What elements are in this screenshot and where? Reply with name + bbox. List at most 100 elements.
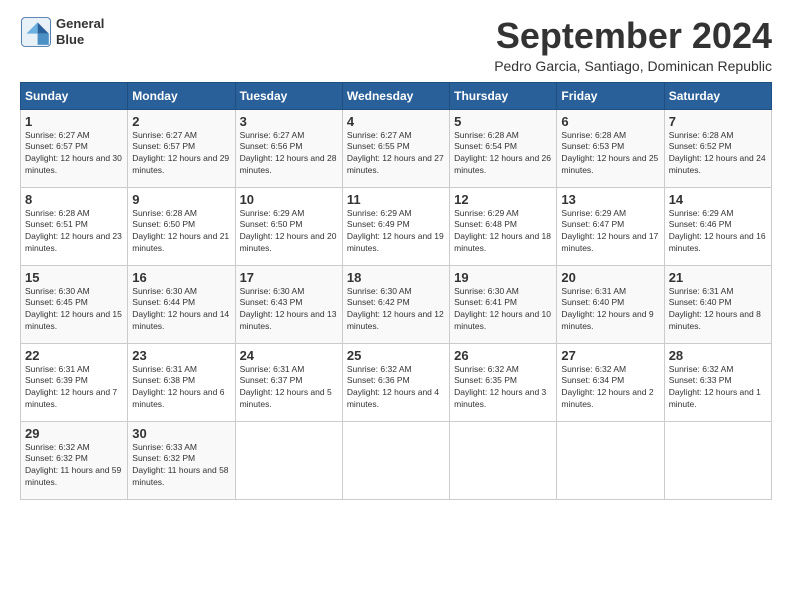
day-number: 15 bbox=[25, 270, 123, 285]
header-sunday: Sunday bbox=[21, 82, 128, 109]
cell-text: Sunrise: 6:30 AMSunset: 6:44 PMDaylight:… bbox=[132, 286, 230, 334]
day-number: 30 bbox=[132, 426, 230, 441]
main-container: General Blue September 2024 Pedro Garcia… bbox=[0, 0, 792, 510]
day-number: 10 bbox=[240, 192, 338, 207]
day-number: 17 bbox=[240, 270, 338, 285]
cell-text: Sunrise: 6:29 AMSunset: 6:49 PMDaylight:… bbox=[347, 208, 445, 256]
calendar-cell: 10Sunrise: 6:29 AMSunset: 6:50 PMDayligh… bbox=[235, 187, 342, 265]
cell-text: Sunrise: 6:27 AMSunset: 6:55 PMDaylight:… bbox=[347, 130, 445, 178]
day-number: 26 bbox=[454, 348, 552, 363]
title-block: September 2024 Pedro Garcia, Santiago, D… bbox=[494, 16, 772, 74]
header-row: Sunday Monday Tuesday Wednesday Thursday… bbox=[21, 82, 772, 109]
calendar-cell: 23Sunrise: 6:31 AMSunset: 6:38 PMDayligh… bbox=[128, 343, 235, 421]
calendar-header: Sunday Monday Tuesday Wednesday Thursday… bbox=[21, 82, 772, 109]
day-number: 12 bbox=[454, 192, 552, 207]
calendar-cell: 2Sunrise: 6:27 AMSunset: 6:57 PMDaylight… bbox=[128, 109, 235, 187]
calendar-week-1: 1Sunrise: 6:27 AMSunset: 6:57 PMDaylight… bbox=[21, 109, 772, 187]
calendar-cell: 20Sunrise: 6:31 AMSunset: 6:40 PMDayligh… bbox=[557, 265, 664, 343]
calendar-cell: 5Sunrise: 6:28 AMSunset: 6:54 PMDaylight… bbox=[450, 109, 557, 187]
calendar-cell: 28Sunrise: 6:32 AMSunset: 6:33 PMDayligh… bbox=[664, 343, 771, 421]
day-number: 4 bbox=[347, 114, 445, 129]
calendar-cell: 12Sunrise: 6:29 AMSunset: 6:48 PMDayligh… bbox=[450, 187, 557, 265]
calendar-cell: 17Sunrise: 6:30 AMSunset: 6:43 PMDayligh… bbox=[235, 265, 342, 343]
calendar-week-2: 8Sunrise: 6:28 AMSunset: 6:51 PMDaylight… bbox=[21, 187, 772, 265]
calendar-cell: 6Sunrise: 6:28 AMSunset: 6:53 PMDaylight… bbox=[557, 109, 664, 187]
calendar-cell: 22Sunrise: 6:31 AMSunset: 6:39 PMDayligh… bbox=[21, 343, 128, 421]
calendar-cell: 13Sunrise: 6:29 AMSunset: 6:47 PMDayligh… bbox=[557, 187, 664, 265]
calendar-cell: 18Sunrise: 6:30 AMSunset: 6:42 PMDayligh… bbox=[342, 265, 449, 343]
day-number: 6 bbox=[561, 114, 659, 129]
day-number: 29 bbox=[25, 426, 123, 441]
day-number: 3 bbox=[240, 114, 338, 129]
cell-text: Sunrise: 6:31 AMSunset: 6:40 PMDaylight:… bbox=[669, 286, 767, 334]
day-number: 9 bbox=[132, 192, 230, 207]
calendar-cell bbox=[235, 421, 342, 499]
day-number: 14 bbox=[669, 192, 767, 207]
cell-text: Sunrise: 6:31 AMSunset: 6:37 PMDaylight:… bbox=[240, 364, 338, 412]
day-number: 2 bbox=[132, 114, 230, 129]
cell-text: Sunrise: 6:28 AMSunset: 6:54 PMDaylight:… bbox=[454, 130, 552, 178]
day-number: 16 bbox=[132, 270, 230, 285]
calendar-cell bbox=[664, 421, 771, 499]
calendar-cell: 24Sunrise: 6:31 AMSunset: 6:37 PMDayligh… bbox=[235, 343, 342, 421]
day-number: 1 bbox=[25, 114, 123, 129]
day-number: 5 bbox=[454, 114, 552, 129]
cell-text: Sunrise: 6:32 AMSunset: 6:34 PMDaylight:… bbox=[561, 364, 659, 412]
calendar-week-3: 15Sunrise: 6:30 AMSunset: 6:45 PMDayligh… bbox=[21, 265, 772, 343]
logo: General Blue bbox=[20, 16, 104, 48]
header-friday: Friday bbox=[557, 82, 664, 109]
calendar-cell bbox=[450, 421, 557, 499]
day-number: 13 bbox=[561, 192, 659, 207]
calendar-cell: 8Sunrise: 6:28 AMSunset: 6:51 PMDaylight… bbox=[21, 187, 128, 265]
cell-text: Sunrise: 6:27 AMSunset: 6:57 PMDaylight:… bbox=[132, 130, 230, 178]
logo-text: General Blue bbox=[56, 16, 104, 47]
day-number: 27 bbox=[561, 348, 659, 363]
calendar-cell: 1Sunrise: 6:27 AMSunset: 6:57 PMDaylight… bbox=[21, 109, 128, 187]
day-number: 20 bbox=[561, 270, 659, 285]
calendar-cell: 3Sunrise: 6:27 AMSunset: 6:56 PMDaylight… bbox=[235, 109, 342, 187]
cell-text: Sunrise: 6:31 AMSunset: 6:40 PMDaylight:… bbox=[561, 286, 659, 334]
day-number: 24 bbox=[240, 348, 338, 363]
logo-icon bbox=[20, 16, 52, 48]
calendar-week-5: 29Sunrise: 6:32 AMSunset: 6:32 PMDayligh… bbox=[21, 421, 772, 499]
header-tuesday: Tuesday bbox=[235, 82, 342, 109]
day-number: 18 bbox=[347, 270, 445, 285]
calendar-cell: 19Sunrise: 6:30 AMSunset: 6:41 PMDayligh… bbox=[450, 265, 557, 343]
cell-text: Sunrise: 6:29 AMSunset: 6:46 PMDaylight:… bbox=[669, 208, 767, 256]
cell-text: Sunrise: 6:28 AMSunset: 6:53 PMDaylight:… bbox=[561, 130, 659, 178]
day-number: 8 bbox=[25, 192, 123, 207]
calendar-cell: 9Sunrise: 6:28 AMSunset: 6:50 PMDaylight… bbox=[128, 187, 235, 265]
location-subtitle: Pedro Garcia, Santiago, Dominican Republ… bbox=[494, 58, 772, 74]
calendar-cell: 29Sunrise: 6:32 AMSunset: 6:32 PMDayligh… bbox=[21, 421, 128, 499]
calendar-cell: 11Sunrise: 6:29 AMSunset: 6:49 PMDayligh… bbox=[342, 187, 449, 265]
calendar-cell bbox=[342, 421, 449, 499]
day-number: 22 bbox=[25, 348, 123, 363]
day-number: 11 bbox=[347, 192, 445, 207]
calendar-cell: 27Sunrise: 6:32 AMSunset: 6:34 PMDayligh… bbox=[557, 343, 664, 421]
month-title: September 2024 bbox=[494, 16, 772, 56]
cell-text: Sunrise: 6:31 AMSunset: 6:39 PMDaylight:… bbox=[25, 364, 123, 412]
cell-text: Sunrise: 6:30 AMSunset: 6:41 PMDaylight:… bbox=[454, 286, 552, 334]
cell-text: Sunrise: 6:27 AMSunset: 6:57 PMDaylight:… bbox=[25, 130, 123, 178]
calendar-cell: 25Sunrise: 6:32 AMSunset: 6:36 PMDayligh… bbox=[342, 343, 449, 421]
cell-text: Sunrise: 6:27 AMSunset: 6:56 PMDaylight:… bbox=[240, 130, 338, 178]
cell-text: Sunrise: 6:31 AMSunset: 6:38 PMDaylight:… bbox=[132, 364, 230, 412]
calendar-cell: 30Sunrise: 6:33 AMSunset: 6:32 PMDayligh… bbox=[128, 421, 235, 499]
calendar-cell: 16Sunrise: 6:30 AMSunset: 6:44 PMDayligh… bbox=[128, 265, 235, 343]
day-number: 21 bbox=[669, 270, 767, 285]
cell-text: Sunrise: 6:30 AMSunset: 6:43 PMDaylight:… bbox=[240, 286, 338, 334]
calendar-cell: 4Sunrise: 6:27 AMSunset: 6:55 PMDaylight… bbox=[342, 109, 449, 187]
cell-text: Sunrise: 6:28 AMSunset: 6:51 PMDaylight:… bbox=[25, 208, 123, 256]
cell-text: Sunrise: 6:29 AMSunset: 6:50 PMDaylight:… bbox=[240, 208, 338, 256]
cell-text: Sunrise: 6:29 AMSunset: 6:47 PMDaylight:… bbox=[561, 208, 659, 256]
calendar-body: 1Sunrise: 6:27 AMSunset: 6:57 PMDaylight… bbox=[21, 109, 772, 499]
cell-text: Sunrise: 6:28 AMSunset: 6:50 PMDaylight:… bbox=[132, 208, 230, 256]
day-number: 19 bbox=[454, 270, 552, 285]
calendar-cell: 26Sunrise: 6:32 AMSunset: 6:35 PMDayligh… bbox=[450, 343, 557, 421]
header-thursday: Thursday bbox=[450, 82, 557, 109]
day-number: 23 bbox=[132, 348, 230, 363]
header-monday: Monday bbox=[128, 82, 235, 109]
cell-text: Sunrise: 6:32 AMSunset: 6:32 PMDaylight:… bbox=[25, 442, 123, 490]
calendar-week-4: 22Sunrise: 6:31 AMSunset: 6:39 PMDayligh… bbox=[21, 343, 772, 421]
header-saturday: Saturday bbox=[664, 82, 771, 109]
